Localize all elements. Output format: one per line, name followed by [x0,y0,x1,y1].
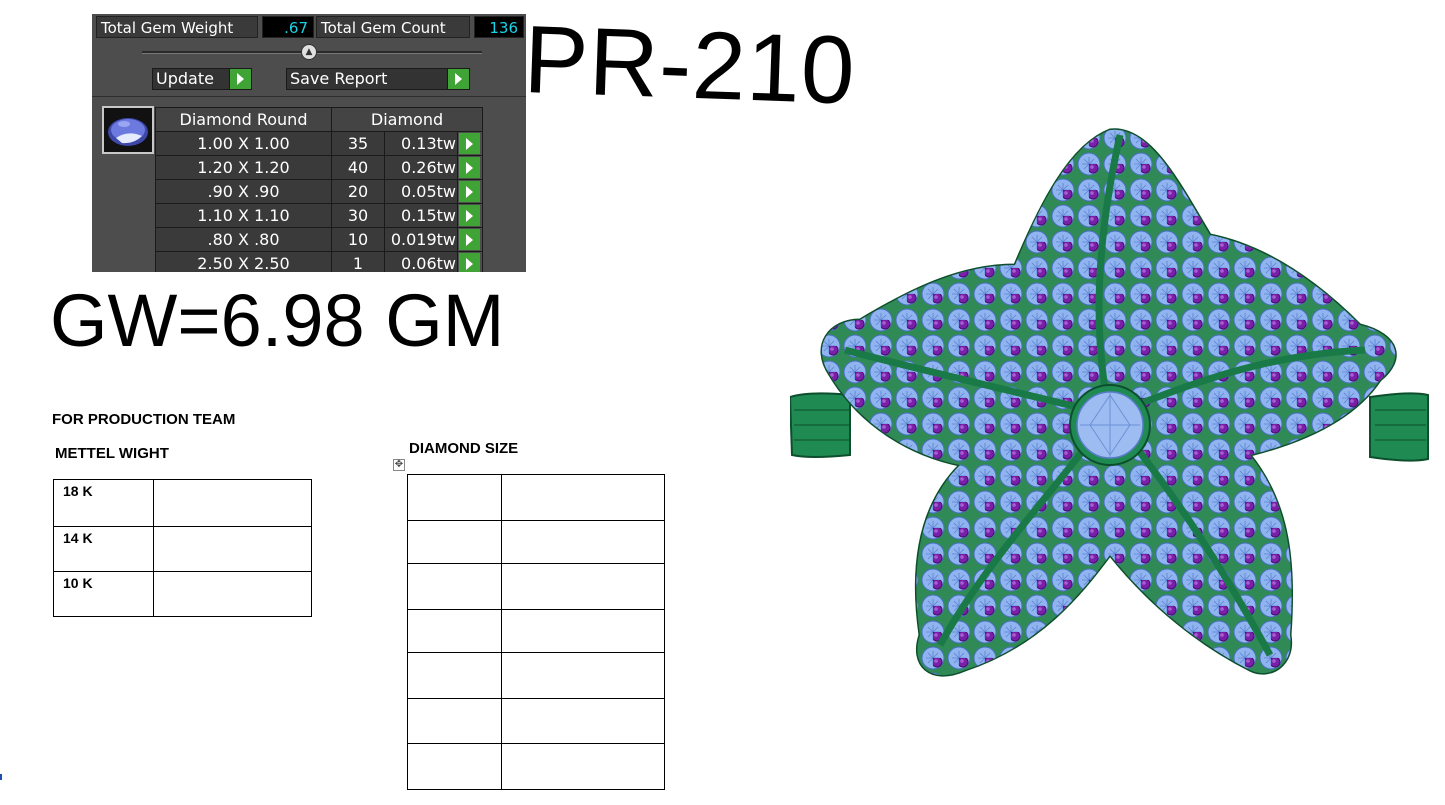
total-gem-weight-value: .67 [262,16,314,38]
diamond-size-cell[interactable] [407,609,502,653]
diamond-count-cell: 1 [331,251,385,272]
diamond-size-cell: 2.50 X 2.50 [155,251,332,272]
diamond-count-cell: 40 [331,155,385,180]
diamond-qty-cell[interactable] [501,474,665,521]
diamond-weight-cell: 0.26tw [384,155,458,180]
metal-karat-cell: 10 K [53,571,154,617]
production-heading: FOR PRODUCTION TEAM [52,411,236,428]
table-row: 18 K [53,479,312,527]
metal-weight-heading: METTEL WIGHT [55,445,169,462]
table-move-handle-icon[interactable]: ✥ [393,459,405,471]
table-row [407,698,665,744]
diamond-size-cell: 1.10 X 1.10 [155,203,332,228]
table-row: 2.50 X 2.50 1 0.06tw [155,251,483,272]
diamond-size-cell[interactable] [407,474,502,521]
row-go-button[interactable] [457,131,483,156]
flower-ring-render [790,128,1429,677]
diamond-size-cell: .80 X .80 [155,227,332,252]
column-header-diamond: Diamond [331,107,483,132]
center-diamond [1069,384,1151,466]
table-row [407,474,665,521]
total-gem-count-label: Total Gem Count [316,16,470,38]
row-go-button[interactable] [457,155,483,180]
diamond-size-cell[interactable] [407,743,502,790]
diamond-qty-cell[interactable] [501,652,665,699]
gross-weight: GW=6.98 GM [50,279,505,362]
page-edge-marker [0,774,2,780]
diamond-size-cell[interactable] [407,563,502,610]
metal-karat-cell: 14 K [53,526,154,572]
play-arrow-icon[interactable] [459,181,480,202]
table-row [407,520,665,564]
panel-divider [92,96,526,97]
row-go-button[interactable] [457,227,483,252]
table-row [407,743,665,790]
diamond-size-cell: 1.20 X 1.20 [155,155,332,180]
table-row: 1.00 X 1.00 35 0.13tw [155,131,483,156]
total-gem-weight-label: Total Gem Weight [96,16,258,38]
diamond-size-cell: 1.00 X 1.00 [155,131,332,156]
product-code: PR-210 [522,5,858,125]
diamond-weight-cell: 0.13tw [384,131,458,156]
diamond-qty-cell[interactable] [501,520,665,564]
update-button-label: Update [156,69,214,88]
diamond-size-cell[interactable] [407,520,502,564]
diamond-qty-cell[interactable] [501,698,665,744]
row-go-button[interactable] [457,179,483,204]
table-row: 1.10 X 1.10 30 0.15tw [155,203,483,228]
table-row [407,609,665,653]
play-arrow-icon[interactable] [459,133,480,154]
total-gem-count-value: 136 [474,16,524,38]
total-gem-count: Total Gem Count 136 [316,16,526,38]
diamond-size-heading: DIAMOND SIZE [409,440,519,457]
diamond-qty-cell[interactable] [501,609,665,653]
column-header-diamond-round: Diamond Round [155,107,332,132]
table-row: .80 X .80 10 0.019tw [155,227,483,252]
metal-weight-input[interactable] [153,479,312,527]
table-row: .90 X .90 20 0.05tw [155,179,483,204]
play-arrow-icon[interactable] [459,229,480,250]
round-diamond-icon[interactable] [102,106,154,154]
gem-report-panel: Total Gem Weight .67 Total Gem Count 136… [92,14,526,272]
table-row [407,652,665,699]
play-arrow-icon[interactable] [459,205,480,226]
total-gem-weight: Total Gem Weight .67 [96,16,314,38]
diamond-weight-cell: 0.15tw [384,203,458,228]
save-report-go-icon[interactable] [447,69,469,89]
update-go-icon[interactable] [229,69,251,89]
slider-handle-icon[interactable]: ▲ [301,44,317,60]
diamond-size-cell[interactable] [407,698,502,744]
metal-weight-table: 18 K 14 K 10 K [53,479,312,617]
diamond-size-cell[interactable] [407,652,502,699]
diamond-weight-cell: 0.05tw [384,179,458,204]
save-report-button-label: Save Report [290,69,388,88]
table-row [407,563,665,610]
row-go-button[interactable] [457,251,483,272]
metal-karat-cell: 18 K [53,479,154,527]
row-go-button[interactable] [457,203,483,228]
table-row: 14 K [53,526,312,572]
diamond-qty-cell[interactable] [501,743,665,790]
metal-weight-input[interactable] [153,526,312,572]
save-report-button[interactable]: Save Report [286,68,470,90]
diamond-weight-cell: 0.019tw [384,227,458,252]
diamond-count-cell: 20 [331,179,385,204]
diamond-count-cell: 10 [331,227,385,252]
play-arrow-icon[interactable] [459,253,480,272]
table-row: 10 K [53,571,312,617]
update-button[interactable]: Update [152,68,252,90]
diamond-table: Diamond Round Diamond 1.00 X 1.00 35 0.1… [155,107,483,272]
metal-weight-input[interactable] [153,571,312,617]
diamond-count-cell: 30 [331,203,385,228]
play-arrow-icon[interactable] [459,157,480,178]
table-row: 1.20 X 1.20 40 0.26tw [155,155,483,180]
diamond-count-cell: 35 [331,131,385,156]
diamond-size-cell: .90 X .90 [155,179,332,204]
diamond-qty-cell[interactable] [501,563,665,610]
diamond-size-table [407,474,665,790]
diamond-weight-cell: 0.06tw [384,251,458,272]
